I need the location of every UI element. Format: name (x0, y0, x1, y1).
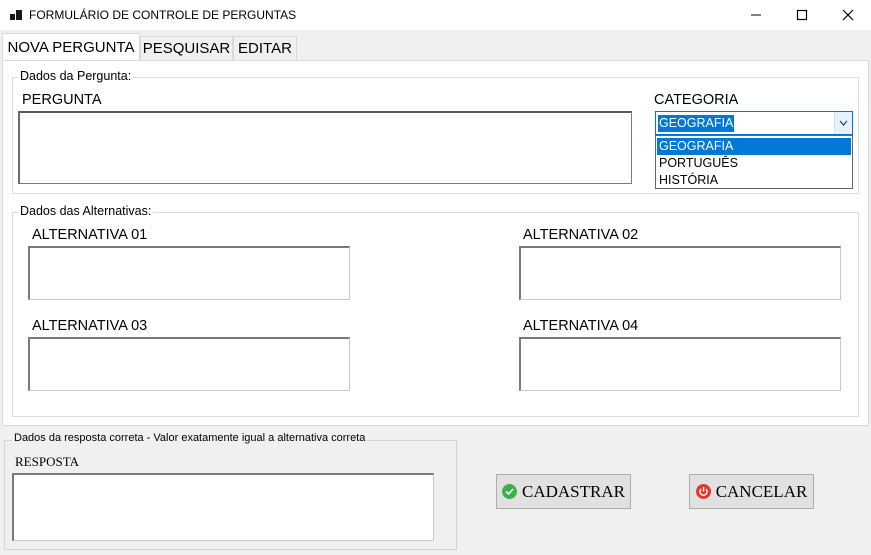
cancel-button[interactable]: CANCELAR (689, 474, 814, 509)
check-circle-icon (502, 484, 518, 499)
alternative-02-input[interactable] (519, 246, 841, 300)
category-dropdown-list: GEOGRAFIA PORTUGUÊS HISTÓRIA (655, 135, 853, 189)
alternative-04-input[interactable] (519, 337, 841, 391)
category-option-geografia[interactable]: GEOGRAFIA (657, 138, 851, 155)
category-select[interactable]: GEOGRAFIA (655, 111, 853, 135)
answer-group-title: Dados da resposta correta - Valor exatam… (12, 432, 368, 444)
close-button[interactable] (825, 0, 871, 30)
alternative-02-label: ALTERNATIVA 02 (523, 227, 639, 243)
alternative-01-input[interactable] (28, 246, 350, 300)
category-label: CATEGORIA (654, 92, 739, 108)
register-button[interactable]: CADASTRAR (496, 474, 631, 509)
register-button-label: CADASTRAR (522, 481, 625, 501)
minimize-icon (751, 14, 761, 16)
tab-pesquisar[interactable]: PESQUISAR (140, 36, 233, 60)
alternative-03-label: ALTERNATIVA 03 (32, 318, 148, 334)
minimize-button[interactable] (733, 0, 779, 30)
cancel-button-label: CANCELAR (715, 481, 808, 501)
title-bar: FORMULÁRIO DE CONTROLE DE PERGUNTAS (0, 0, 871, 30)
answer-input[interactable] (12, 473, 434, 541)
alternative-04-label: ALTERNATIVA 04 (523, 318, 639, 334)
power-icon (695, 484, 711, 499)
alternative-03-input[interactable] (28, 337, 350, 391)
question-label: PERGUNTA (22, 92, 102, 108)
alternative-01-label: ALTERNATIVA 01 (32, 227, 148, 243)
question-group-title: Dados da Pergunta: (18, 69, 134, 83)
app-icon (10, 10, 22, 22)
maximize-icon (796, 9, 808, 21)
tab-editar[interactable]: EDITAR (233, 36, 297, 60)
category-option-portugues[interactable]: PORTUGUÊS (657, 155, 851, 172)
category-option-historia[interactable]: HISTÓRIA (657, 172, 851, 189)
question-input[interactable] (18, 111, 632, 184)
window-title: FORMULÁRIO DE CONTROLE DE PERGUNTAS (29, 8, 297, 22)
alternatives-group-title: Dados das Alternativas: (18, 204, 154, 218)
close-icon (842, 9, 854, 21)
category-selected-value: GEOGRAFIA (658, 115, 735, 132)
maximize-button[interactable] (779, 0, 825, 30)
tab-nova-pergunta[interactable]: NOVA PERGUNTA (2, 33, 140, 61)
chevron-down-icon[interactable] (834, 112, 852, 134)
answer-label: RESPOSTA (15, 454, 79, 469)
